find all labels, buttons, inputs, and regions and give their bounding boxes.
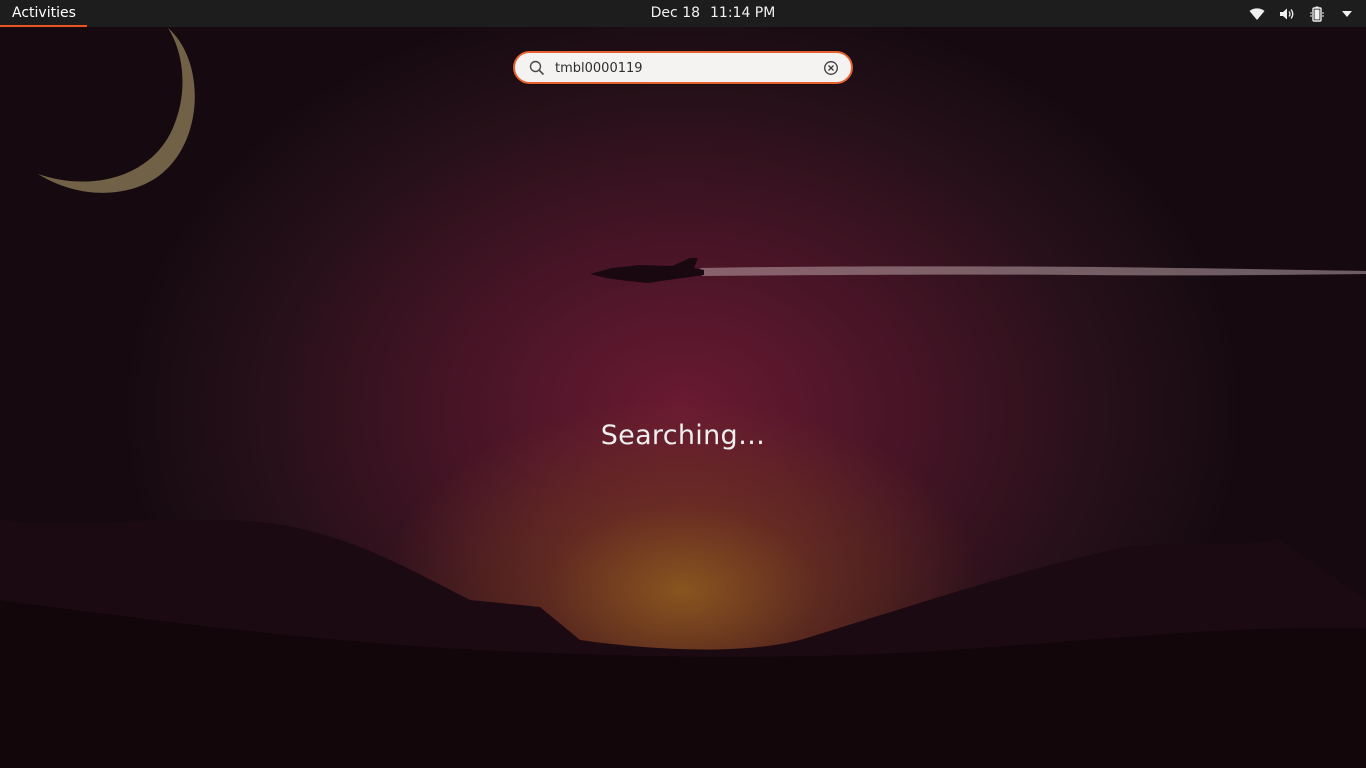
battery-icon[interactable] [1308,6,1326,22]
top-bar: Activities Dec 18 11:14 PM [0,0,1366,27]
search-status-text: Searching… [600,420,766,451]
wallpaper-art [0,28,1366,768]
desktop-screen: Activities Dec 1811:14 PM Sear [0,0,1366,768]
wallpaper [0,0,1366,768]
wifi-icon[interactable] [1248,6,1266,22]
search-icon [529,60,545,76]
jet-silhouette [590,258,704,283]
moon [38,28,195,193]
clock-button[interactable]: Dec 18 11:14 PM [600,0,826,27]
system-tray[interactable] [1248,0,1356,27]
system-menu-arrow-icon[interactable] [1338,6,1356,22]
clock-date: Dec 18 [650,5,701,21]
clock-time: 11:14 PM [710,5,776,21]
contrail [700,266,1366,276]
volume-icon[interactable] [1278,6,1296,22]
clear-icon[interactable] [823,60,839,76]
activities-button[interactable]: Activities [0,0,87,27]
search-input[interactable] [555,57,815,79]
search-entry[interactable] [513,51,853,84]
